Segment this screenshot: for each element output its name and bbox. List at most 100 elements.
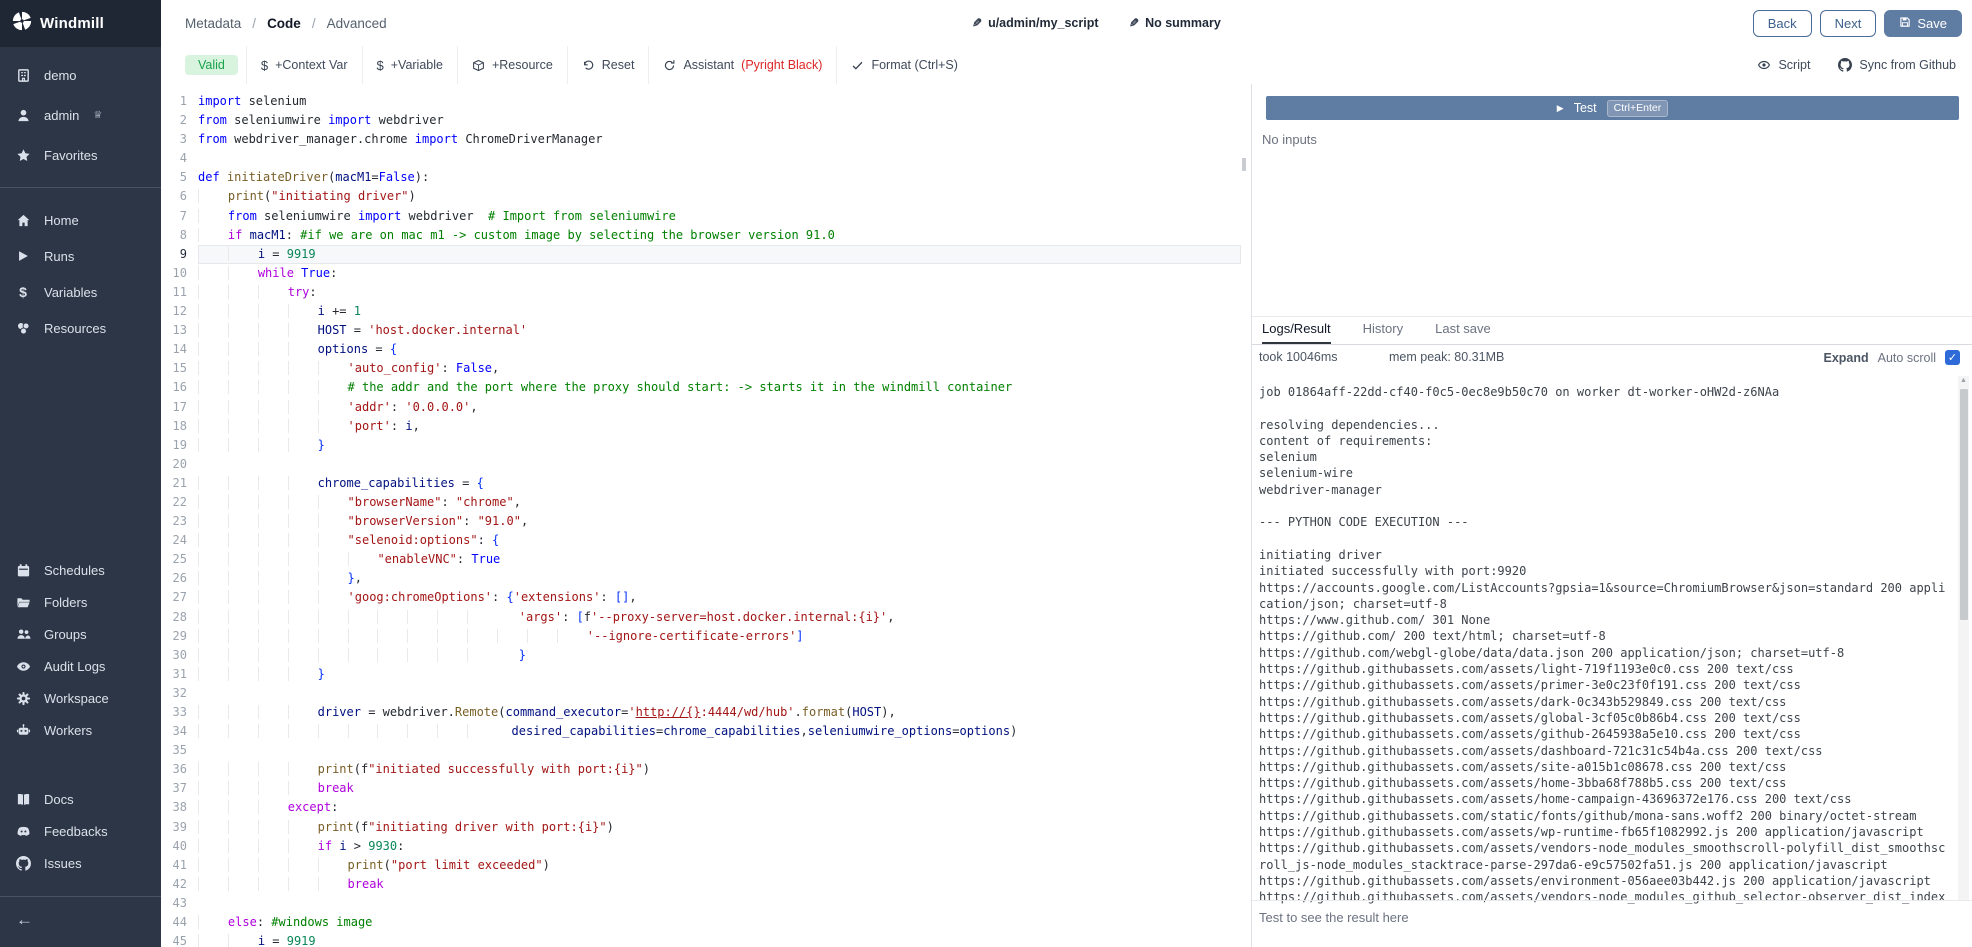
toolbar--variable-button[interactable]: $+Variable bbox=[362, 46, 457, 84]
code-line-39[interactable]: print(f"initiating driver with port:{i}"… bbox=[198, 818, 1241, 837]
log-scrollbar-thumb[interactable] bbox=[1960, 389, 1968, 620]
toolbar-script-button[interactable]: Script bbox=[1757, 46, 1810, 84]
code-line-9[interactable]: i = 9919 bbox=[198, 245, 1241, 264]
windmill-logo-icon bbox=[12, 11, 32, 36]
code-line-19[interactable]: } bbox=[198, 436, 1241, 455]
code-line-3[interactable]: from webdriver_manager.chrome import Chr… bbox=[198, 130, 1241, 149]
code-line-45[interactable]: i = 9919 bbox=[198, 932, 1241, 947]
sidebar-item-issues[interactable]: Issues bbox=[0, 847, 161, 879]
code-line-43[interactable] bbox=[198, 894, 1241, 913]
code-line-32[interactable] bbox=[198, 684, 1241, 703]
play-icon bbox=[14, 249, 32, 263]
check-icon: ✓ bbox=[1948, 351, 1957, 364]
sidebar-item-resources[interactable]: Resources bbox=[0, 310, 161, 346]
tab-last-save[interactable]: Last save bbox=[1435, 321, 1491, 342]
sidebar-item-admin[interactable]: admin♕ bbox=[0, 95, 161, 135]
code-line-44[interactable]: else: #windows image bbox=[198, 913, 1241, 932]
code-line-28[interactable]: 'args': [f'--proxy-server=host.docker.in… bbox=[198, 608, 1241, 627]
code-line-8[interactable]: if macM1: #if we are on mac m1 -> custom… bbox=[198, 226, 1241, 245]
back-button[interactable]: Back bbox=[1753, 10, 1812, 37]
collapse-sidebar-button[interactable]: ← bbox=[0, 897, 161, 943]
script-path[interactable]: ✎ u/admin/my_script bbox=[972, 0, 1099, 46]
code-line-1[interactable]: import selenium bbox=[198, 92, 1241, 111]
log-output[interactable]: job 01864aff-22dd-cf40-f0c5-0ec8e9b50c70… bbox=[1259, 376, 1948, 908]
sidebar-item-schedules[interactable]: Schedules bbox=[0, 554, 161, 586]
code-line-29[interactable]: '--ignore-certificate-errors'] bbox=[198, 627, 1241, 646]
tab-code[interactable]: Code bbox=[267, 16, 301, 31]
tab-advanced[interactable]: Advanced bbox=[327, 16, 387, 31]
sidebar-item-variables[interactable]: $Variables bbox=[0, 274, 161, 310]
code-line-22[interactable]: "browserName": "chrome", bbox=[198, 493, 1241, 512]
code-line-41[interactable]: print("port limit exceeded") bbox=[198, 856, 1241, 875]
code-line-2[interactable]: from seleniumwire import webdriver bbox=[198, 111, 1241, 130]
code-line-14[interactable]: options = { bbox=[198, 340, 1241, 359]
sidebar-item-groups[interactable]: Groups bbox=[0, 618, 161, 650]
toolbar-format-ctrl-s--button[interactable]: Format (Ctrl+S) bbox=[836, 46, 971, 84]
sidebar-item-workers[interactable]: Workers bbox=[0, 714, 161, 746]
code-line-33[interactable]: driver = webdriver.Remote(command_execut… bbox=[198, 703, 1241, 722]
toolbar-assistant-button[interactable]: Assistant (Pyright Black) bbox=[648, 46, 836, 84]
code-line-20[interactable] bbox=[198, 455, 1241, 474]
code-line-23[interactable]: "browserVersion": "91.0", bbox=[198, 512, 1241, 531]
code-line-25[interactable]: "enableVNC": True bbox=[198, 550, 1241, 569]
code-line-40[interactable]: if i > 9930: bbox=[198, 837, 1241, 856]
tab-metadata[interactable]: Metadata bbox=[185, 16, 241, 31]
code-line-26[interactable]: }, bbox=[198, 569, 1241, 588]
editor-code[interactable]: import seleniumfrom seleniumwire import … bbox=[198, 92, 1241, 947]
windmill-logo[interactable]: Windmill bbox=[0, 0, 161, 47]
code-line-24[interactable]: "selenoid:options": { bbox=[198, 531, 1241, 550]
code-line-17[interactable]: 'addr': '0.0.0.0', bbox=[198, 398, 1241, 417]
code-line-10[interactable]: while True: bbox=[198, 264, 1241, 283]
code-line-36[interactable]: print(f"initiated successfully with port… bbox=[198, 760, 1241, 779]
sidebar-item-home[interactable]: Home bbox=[0, 202, 161, 238]
sidebar-item-workspace[interactable]: Workspace bbox=[0, 682, 161, 714]
scroll-up-arrow[interactable]: ▲ bbox=[1958, 377, 1969, 384]
code-line-5[interactable]: def initiateDriver(macM1=False): bbox=[198, 168, 1241, 187]
toolbar--resource-button[interactable]: +Resource bbox=[457, 46, 567, 84]
code-line-15[interactable]: 'auto_config': False, bbox=[198, 359, 1241, 378]
test-button[interactable]: ▶ Test Ctrl+Enter bbox=[1266, 96, 1959, 120]
sidebar-item-docs[interactable]: Docs bbox=[0, 783, 161, 815]
code-line-16[interactable]: # the addr and the port where the proxy … bbox=[198, 378, 1241, 397]
code-line-6[interactable]: print("initiating driver") bbox=[198, 187, 1241, 206]
next-button[interactable]: Next bbox=[1820, 10, 1877, 37]
toolbar--context-var-button[interactable]: $+Context Var bbox=[246, 46, 362, 84]
code-line-27[interactable]: 'goog:chromeOptions': {'extensions': [], bbox=[198, 588, 1241, 607]
code-line-21[interactable]: chrome_capabilities = { bbox=[198, 474, 1241, 493]
expand-button[interactable]: Expand bbox=[1823, 351, 1868, 365]
sidebar-item-feedbacks[interactable]: Feedbacks bbox=[0, 815, 161, 847]
log-line: content of requirements: bbox=[1259, 433, 1948, 449]
sidebar-item-folders[interactable]: Folders bbox=[0, 586, 161, 618]
code-line-35[interactable] bbox=[198, 741, 1241, 760]
code-editor[interactable]: 1234567891011121314151617181920212223242… bbox=[161, 84, 1251, 947]
code-line-7[interactable]: from seleniumwire import webdriver # Imp… bbox=[198, 207, 1241, 226]
code-line-42[interactable]: break bbox=[198, 875, 1241, 894]
sidebar-item-label: Schedules bbox=[44, 563, 105, 578]
code-line-30[interactable]: } bbox=[198, 646, 1241, 665]
toolbar-reset-button[interactable]: Reset bbox=[567, 46, 649, 84]
log-scrollbar[interactable]: ▲ bbox=[1958, 376, 1969, 900]
save-button[interactable]: Save bbox=[1884, 10, 1962, 37]
windmill-app: Windmill demoadmin♕Favorites HomeRuns$Var… bbox=[0, 0, 1972, 947]
code-line-18[interactable]: 'port': i, bbox=[198, 417, 1241, 436]
script-summary[interactable]: ✎ No summary bbox=[1129, 0, 1221, 46]
code-line-31[interactable]: } bbox=[198, 665, 1241, 684]
sidebar-item-audit-logs[interactable]: Audit Logs bbox=[0, 650, 161, 682]
sidebar-item-runs[interactable]: Runs bbox=[0, 238, 161, 274]
toolbar-sync-from-github-button[interactable]: Sync from Github bbox=[1838, 46, 1956, 84]
script-summary-label: No summary bbox=[1145, 16, 1221, 30]
code-line-11[interactable]: try: bbox=[198, 283, 1241, 302]
code-line-38[interactable]: except: bbox=[198, 798, 1241, 817]
autoscroll-checkbox[interactable]: ✓ bbox=[1945, 350, 1960, 365]
sidebar-item-favorites[interactable]: Favorites bbox=[0, 135, 161, 175]
tab-history[interactable]: History bbox=[1363, 321, 1403, 342]
log-line: webdriver-manager bbox=[1259, 482, 1948, 498]
code-line-13[interactable]: HOST = 'host.docker.internal' bbox=[198, 321, 1241, 340]
autoscroll-label[interactable]: Auto scroll bbox=[1878, 351, 1936, 365]
sidebar-item-demo[interactable]: demo bbox=[0, 55, 161, 95]
code-line-12[interactable]: i += 1 bbox=[198, 302, 1241, 321]
code-line-34[interactable]: desired_capabilities=chrome_capabilities… bbox=[198, 722, 1241, 741]
tab-logs-result[interactable]: Logs/Result bbox=[1262, 321, 1331, 344]
code-line-37[interactable]: break bbox=[198, 779, 1241, 798]
code-line-4[interactable] bbox=[198, 149, 1241, 168]
